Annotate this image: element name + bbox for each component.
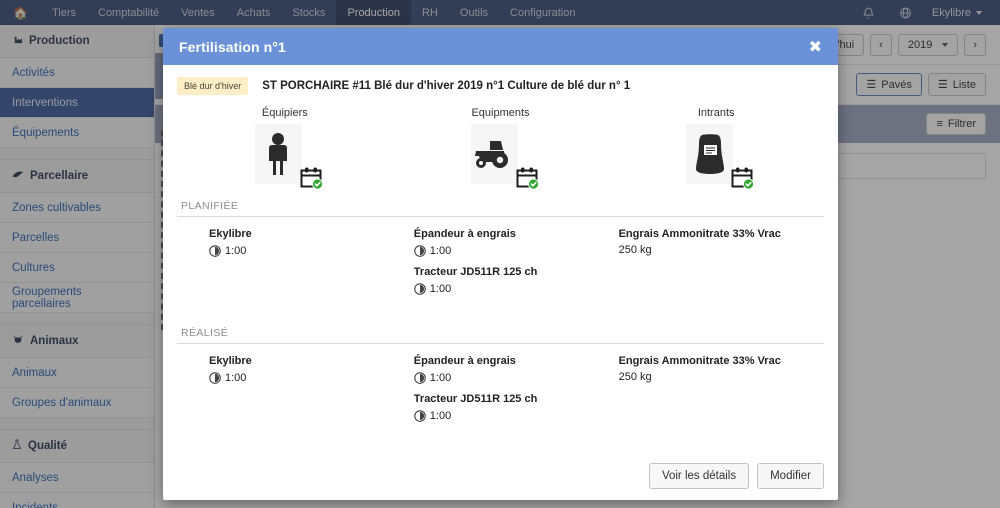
input-name: Engrais Ammonitrate 33% Vrac: [618, 228, 781, 240]
clock-icon: [413, 283, 426, 295]
summary-card-icon-wrap: [470, 124, 539, 190]
summary-cards: Équipiers Equipments Intrants: [177, 101, 824, 190]
duration-text: 1:00: [225, 371, 247, 384]
summary-card-icon-wrap: [686, 124, 755, 190]
person-icon: [254, 124, 302, 184]
section-workers-column: Ekylibre 1:00: [177, 354, 382, 430]
worker-name: Ekylibre: [209, 354, 252, 367]
input-name: Engrais Ammonitrate 33% Vrac: [618, 354, 781, 367]
equipment-name: Épandeur à engrais: [413, 228, 516, 240]
equipment-duration: 1:00: [413, 371, 587, 384]
crop-description: ST PORCHAIRE #11 Blé dur d'hiver 2019 n°…: [262, 80, 631, 92]
section-title-planifiee: PLANIFIÉE: [177, 194, 824, 217]
duration-text: 1:00: [225, 244, 247, 257]
summary-card-icon-wrap: [254, 124, 323, 190]
section-body-planifiee: Ekylibre 1:00 Épandeur à engrais 1:00 Tr…: [177, 217, 824, 303]
clock-icon: [413, 245, 426, 257]
crop-summary-row: Blé dur d'hiver ST PORCHAIRE #11 Blé dur…: [177, 65, 824, 101]
fertilizer-bag-icon: [686, 124, 734, 184]
modal-header: Fertilisation n°1 ✖: [163, 28, 838, 65]
input-quantity: 250 kg: [618, 370, 652, 383]
summary-card-intrants: Intrants: [608, 107, 824, 190]
worker-name: Ekylibre: [209, 228, 252, 240]
crop-badge: Blé dur d'hiver: [177, 77, 249, 95]
tractor-icon: [470, 124, 518, 184]
input-quantity: 250 kg: [618, 243, 652, 256]
section-inputs-column: Engrais Ammonitrate 33% Vrac 250 kg: [587, 227, 824, 303]
clock-icon: [209, 245, 221, 257]
calendar-check-icon: [730, 166, 755, 190]
section-body-realise: Ekylibre 1:00 Épandeur à engrais 1:00 Tr…: [177, 344, 824, 430]
modal-footer: Voir les détails Modifier: [163, 452, 838, 500]
intervention-modal: Fertilisation n°1 ✖ Blé dur d'hiver ST P…: [163, 28, 838, 500]
equipment-duration: 1:00: [413, 282, 587, 295]
worker-duration: 1:00: [209, 372, 382, 384]
section-title-realise: RÉALISÉ: [177, 321, 824, 344]
duration-text: 1:00: [429, 371, 452, 384]
modal-body: Blé dur d'hiver ST PORCHAIRE #11 Blé dur…: [163, 65, 838, 452]
calendar-check-icon: [515, 166, 539, 190]
clock-icon: [209, 372, 221, 384]
section-inputs-column: Engrais Ammonitrate 33% Vrac 250 kg: [587, 354, 824, 430]
modal-title: Fertilisation n°1: [179, 38, 286, 55]
summary-card-label: Equipments: [471, 107, 530, 119]
equipment-duration: 1:00: [413, 244, 587, 257]
summary-card-label: Équipiers: [261, 107, 308, 119]
view-details-button[interactable]: Voir les détails: [648, 463, 750, 489]
clock-icon: [413, 409, 426, 422]
section-equipments-column: Épandeur à engrais 1:00 Tracteur JD511R …: [382, 354, 587, 430]
duration-text: 1:00: [429, 409, 452, 422]
equipment-duration: 1:00: [413, 409, 587, 422]
equipment-name: Épandeur à engrais: [413, 354, 516, 367]
equipment-name: Tracteur JD511R 125 ch: [413, 265, 538, 278]
close-icon[interactable]: ✖: [809, 38, 822, 55]
summary-card-equipiers: Équipiers: [177, 107, 393, 190]
section-equipments-column: Épandeur à engrais 1:00 Tracteur JD511R …: [382, 227, 587, 303]
worker-duration: 1:00: [209, 245, 382, 257]
clock-icon: [413, 372, 426, 384]
duration-text: 1:00: [429, 282, 452, 295]
app-root: 🏠 Tiers Comptabilité Ventes Achats Stock…: [0, 0, 1000, 508]
summary-card-label: Intrants: [697, 107, 735, 119]
calendar-check-icon: [299, 166, 323, 190]
section-workers-column: Ekylibre 1:00: [177, 227, 382, 303]
summary-card-equipments: Equipments: [393, 107, 609, 190]
duration-text: 1:00: [429, 244, 452, 257]
edit-button[interactable]: Modifier: [757, 463, 824, 489]
equipment-name: Tracteur JD511R 125 ch: [413, 392, 538, 405]
